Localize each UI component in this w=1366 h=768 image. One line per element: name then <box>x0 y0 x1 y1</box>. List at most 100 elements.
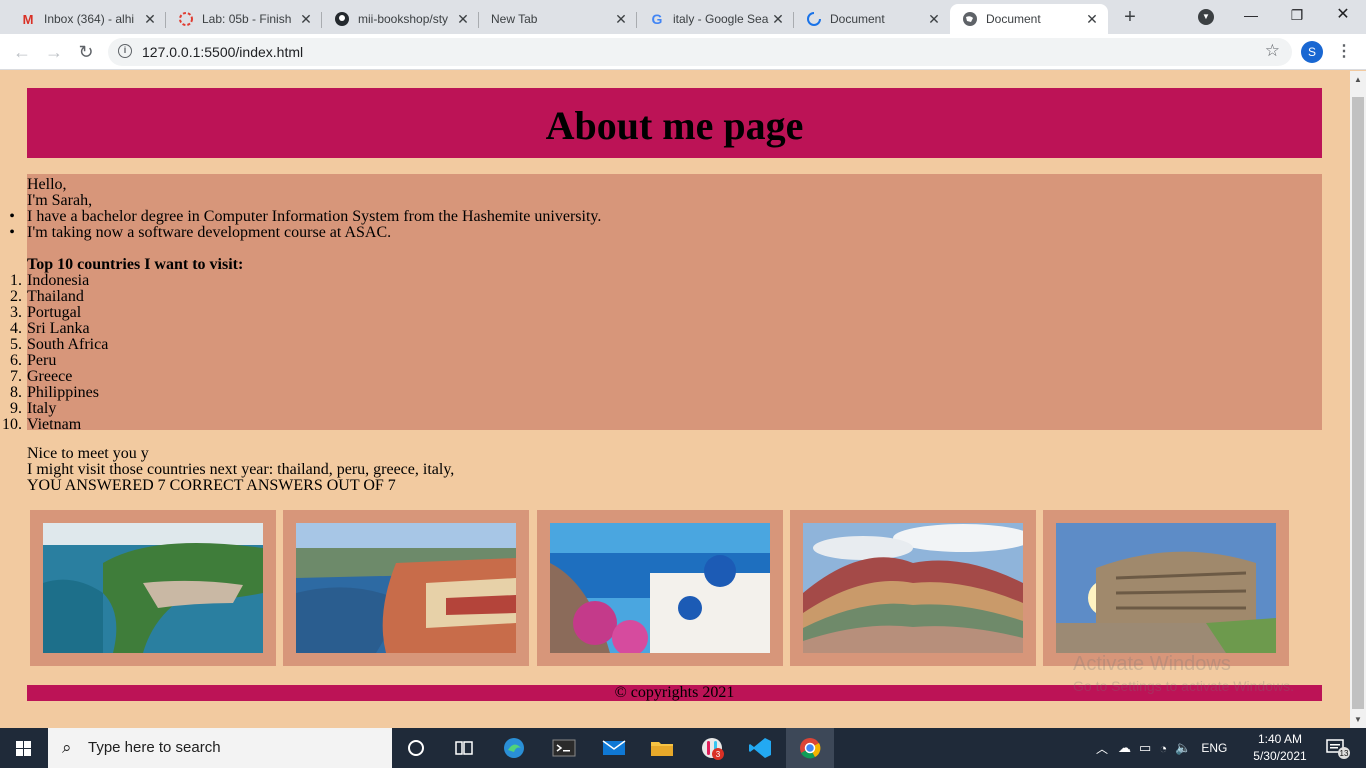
country-name: Peru <box>27 352 57 369</box>
url-text[interactable]: 127.0.0.1:5500/index.html <box>142 44 303 60</box>
clock-date: 5/30/2021 <box>1253 749 1307 763</box>
forward-button[interactable]: → <box>42 40 66 64</box>
country-name: South Africa <box>27 336 109 353</box>
close-icon[interactable]: ✕ <box>455 11 471 28</box>
slack-icon[interactable]: 3 <box>688 728 736 768</box>
chrome-icon[interactable] <box>786 728 834 768</box>
bullet-text: I have a bachelor degree in Computer Inf… <box>27 208 602 225</box>
volume-icon[interactable]: 🔈 <box>1175 740 1191 756</box>
windows-taskbar: ⌕ Type here to search 3 ︿ ☁ ▭ ◔ 🔈 ENG 1:… <box>0 728 1366 768</box>
notification-center-icon[interactable]: 13 <box>1318 728 1358 768</box>
country-item: 9. Italy <box>10 400 57 417</box>
country-name: Sri Lanka <box>27 320 90 337</box>
result-section: Nice to meet you y I might visit those c… <box>27 446 454 494</box>
minimize-button[interactable]: — <box>1228 0 1274 30</box>
loading-spinner-icon <box>806 11 822 27</box>
browser-toolbar: ← → ↻ i 127.0.0.1:5500/index.html ☆ S ⋮ <box>0 34 1366 70</box>
colosseum-photo <box>1056 523 1276 653</box>
country-name: Vietnam <box>27 416 82 433</box>
page-title: About me page <box>545 103 804 148</box>
tab-title: italy - Google Sea <box>673 12 769 26</box>
file-explorer-icon[interactable] <box>638 728 686 768</box>
profile-avatar[interactable]: S <box>1301 41 1323 63</box>
tab-lab[interactable]: Lab: 05b - Finish ✕ <box>166 4 322 34</box>
onedrive-cloud-icon[interactable]: ☁ <box>1118 740 1131 756</box>
close-icon[interactable]: ✕ <box>142 11 158 28</box>
bullet-dot-icon: • <box>9 208 15 225</box>
greeting-text: Hello, <box>27 176 67 193</box>
site-info-icon[interactable]: i <box>118 44 132 58</box>
back-button[interactable]: ← <box>10 40 34 64</box>
mail-icon[interactable] <box>590 728 638 768</box>
santorini-village-photo <box>550 523 770 653</box>
reload-button[interactable]: ↻ <box>74 40 98 64</box>
tab-title: Document <box>986 12 1041 26</box>
tab-document-active[interactable]: Document ✕ <box>950 4 1108 34</box>
window-close-button[interactable]: ✕ <box>1320 0 1366 30</box>
tab-title: Inbox (364) - alhi <box>44 12 135 26</box>
search-placeholder: Type here to search <box>88 739 221 756</box>
browser-menu-icon[interactable]: ⋮ <box>1336 40 1352 64</box>
country-item: 1. Indonesia <box>10 272 90 289</box>
watermark-title: Activate Windows <box>1073 653 1231 675</box>
coastal-island-photo <box>43 523 263 653</box>
tab-document-loading[interactable]: Document ✕ <box>794 4 950 34</box>
country-item: 5. South Africa <box>10 336 109 353</box>
tab-gmail[interactable]: M Inbox (364) - alhi ✕ <box>8 4 166 34</box>
country-name: Philippines <box>27 384 100 401</box>
watermark-subtitle: Go to Settings to activate Windows. <box>1073 678 1294 694</box>
scroll-up-icon[interactable]: ▲ <box>1354 75 1362 84</box>
edge-icon[interactable] <box>490 728 538 768</box>
bullet-item: • I'm taking now a software development c… <box>9 225 391 241</box>
restore-button[interactable]: ❐ <box>1274 0 1320 30</box>
taskbar-clock[interactable]: 1:40 AM 5/30/2021 <box>1250 731 1310 765</box>
windows-logo-icon <box>16 741 31 756</box>
country-name: Italy <box>27 400 57 417</box>
github-icon <box>334 11 350 27</box>
scrollbar-thumb[interactable] <box>1352 97 1364 709</box>
page-viewport: About me page Hello, I'm Sarah, • I have … <box>0 71 1350 728</box>
close-icon[interactable]: ✕ <box>1084 11 1100 28</box>
address-bar[interactable]: i 127.0.0.1:5500/index.html ☆ <box>108 38 1292 66</box>
battery-icon[interactable]: ▭ <box>1139 740 1151 756</box>
chevron-up-icon[interactable]: ︿ <box>1096 740 1108 757</box>
tab-search-icon[interactable]: ▼ <box>1198 9 1214 25</box>
close-icon[interactable]: ✕ <box>770 11 786 28</box>
tab-github[interactable]: mii-bookshop/sty ✕ <box>322 4 479 34</box>
about-section: Hello, I'm Sarah, • I have a bachelor deg… <box>2 174 1322 433</box>
browser-tab-strip: M Inbox (364) - alhi ✕ Lab: 05b - Finish… <box>0 0 1366 34</box>
bullet-item: • I have a bachelor degree in Computer In… <box>9 208 602 225</box>
new-tab-button[interactable]: + <box>1118 6 1142 30</box>
cortana-icon[interactable] <box>392 728 440 768</box>
vscode-icon[interactable] <box>736 728 784 768</box>
lab-icon <box>178 11 194 27</box>
close-icon[interactable]: ✕ <box>298 11 314 28</box>
country-item: 7. Greece <box>10 368 73 385</box>
close-icon[interactable]: ✕ <box>613 11 629 28</box>
google-icon: G <box>651 11 663 27</box>
clock-time: 1:40 AM <box>1257 732 1303 746</box>
terminal-icon[interactable] <box>540 728 588 768</box>
tab-google-search[interactable]: G italy - Google Sea ✕ <box>637 4 794 34</box>
gallery-card <box>537 510 783 666</box>
taskbar-search-input[interactable]: ⌕ Type here to search <box>48 728 392 768</box>
scroll-down-icon[interactable]: ▼ <box>1354 715 1362 724</box>
globe-icon <box>962 11 978 27</box>
country-item: 4. Sri Lanka <box>10 320 90 337</box>
close-icon[interactable]: ✕ <box>926 11 942 28</box>
tab-title: mii-bookshop/sty <box>358 12 449 26</box>
country-name: Greece <box>27 368 73 385</box>
language-indicator[interactable]: ENG <box>1201 741 1227 755</box>
country-item: 3. Portugal <box>10 304 82 321</box>
country-item: 2. Thailand <box>10 288 84 305</box>
task-view-icon[interactable] <box>440 728 488 768</box>
start-button[interactable] <box>0 728 48 768</box>
nice-to-meet-text: Nice to meet you y <box>27 445 149 462</box>
country-item: 8. Philippines <box>10 384 100 401</box>
page-header: About me page <box>27 88 1322 158</box>
gallery-card <box>790 510 1036 666</box>
bookmark-star-icon[interactable]: ☆ <box>1265 41 1280 61</box>
vertical-scrollbar[interactable]: ▲ ▼ <box>1350 71 1366 728</box>
wifi-icon[interactable]: ◔ <box>1159 741 1167 756</box>
tab-new-tab[interactable]: New Tab ✕ <box>479 4 637 34</box>
